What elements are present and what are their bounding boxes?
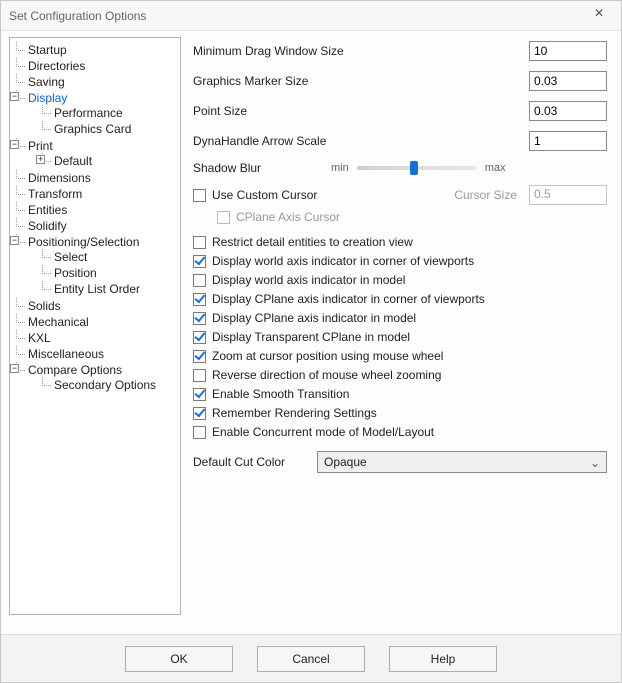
chevron-down-icon: ⌄ — [590, 456, 600, 470]
cplane-axis-viewports-checkbox[interactable] — [193, 293, 206, 306]
cplane-axis-model-label: Display CPlane axis indicator in model — [212, 311, 416, 325]
tree-graphics-card[interactable]: Graphics Card — [54, 122, 131, 136]
tree-saving[interactable]: Saving — [28, 75, 65, 89]
cursor-size-label: Cursor Size — [454, 188, 517, 202]
tree-pos-sel[interactable]: Positioning/Selection — [28, 235, 139, 249]
reverse-zoom-label: Reverse direction of mouse wheel zooming — [212, 368, 441, 382]
ok-button[interactable]: OK — [125, 646, 233, 672]
concurrent-mode-checkbox[interactable] — [193, 426, 206, 439]
dialog-body: Startup Directories Saving − Display Per… — [1, 31, 621, 634]
tree-transform[interactable]: Transform — [28, 187, 82, 201]
dyna-scale-input[interactable] — [529, 131, 607, 151]
cplane-axis-cursor-label: CPlane Axis Cursor — [236, 210, 340, 224]
remember-render-label: Remember Rendering Settings — [212, 406, 377, 420]
tree-default[interactable]: Default — [54, 154, 92, 168]
tree-performance[interactable]: Performance — [54, 106, 123, 120]
marker-size-label: Graphics Marker Size — [193, 74, 413, 88]
shadow-blur-slider[interactable] — [357, 166, 477, 170]
tree-position[interactable]: Position — [54, 266, 97, 280]
dyna-scale-label: DynaHandle Arrow Scale — [193, 134, 413, 148]
point-size-label: Point Size — [193, 104, 413, 118]
min-drag-label: Minimum Drag Window Size — [193, 44, 413, 58]
tree-solids[interactable]: Solids — [28, 299, 61, 313]
collapse-icon[interactable]: − — [10, 364, 19, 373]
collapse-icon[interactable]: − — [10, 140, 19, 149]
use-custom-cursor-checkbox[interactable] — [193, 189, 206, 202]
tree-startup[interactable]: Startup — [28, 43, 67, 57]
tree-entity-list-order[interactable]: Entity List Order — [54, 282, 140, 296]
default-cut-color-dropdown[interactable]: Opaque ⌄ — [317, 451, 607, 473]
remember-render-checkbox[interactable] — [193, 407, 206, 420]
marker-size-input[interactable] — [529, 71, 607, 91]
cplane-axis-model-checkbox[interactable] — [193, 312, 206, 325]
concurrent-mode-label: Enable Concurrent mode of Model/Layout — [212, 425, 434, 439]
reverse-zoom-checkbox[interactable] — [193, 369, 206, 382]
tree-compare-options[interactable]: Compare Options — [28, 363, 122, 377]
cancel-button[interactable]: Cancel — [257, 646, 365, 672]
shadow-blur-label: Shadow Blur — [193, 161, 311, 175]
use-custom-cursor-label: Use Custom Cursor — [212, 188, 317, 202]
tree-secondary-options[interactable]: Secondary Options — [54, 378, 156, 392]
world-axis-viewports-label: Display world axis indicator in corner o… — [212, 254, 474, 268]
shadow-min-label: min — [331, 162, 349, 174]
min-drag-input[interactable] — [529, 41, 607, 61]
cursor-size-input: 0.5 — [529, 185, 607, 205]
tree-miscellaneous[interactable]: Miscellaneous — [28, 347, 104, 361]
point-size-input[interactable] — [529, 101, 607, 121]
smooth-transition-label: Enable Smooth Transition — [212, 387, 349, 401]
world-axis-model-checkbox[interactable] — [193, 274, 206, 287]
tree-select[interactable]: Select — [54, 250, 87, 264]
world-axis-viewports-checkbox[interactable] — [193, 255, 206, 268]
transparent-cplane-checkbox[interactable] — [193, 331, 206, 344]
settings-form: Minimum Drag Window Size Graphics Marker… — [191, 37, 613, 634]
restrict-detail-label: Restrict detail entities to creation vie… — [212, 235, 413, 249]
shadow-max-label: max — [485, 162, 506, 174]
slider-thumb-icon[interactable] — [410, 161, 418, 175]
tree-dimensions[interactable]: Dimensions — [28, 171, 91, 185]
config-dialog: Set Configuration Options ✕ Startup Dire… — [0, 0, 622, 683]
collapse-icon[interactable]: − — [10, 236, 19, 245]
collapse-icon[interactable]: − — [10, 92, 19, 101]
tree-mechanical[interactable]: Mechanical — [28, 315, 89, 329]
titlebar: Set Configuration Options ✕ — [1, 1, 621, 31]
cplane-axis-cursor-checkbox — [217, 211, 230, 224]
tree-solidify[interactable]: Solidify — [28, 219, 67, 233]
cplane-axis-viewports-label: Display CPlane axis indicator in corner … — [212, 292, 485, 306]
category-tree[interactable]: Startup Directories Saving − Display Per… — [9, 37, 181, 615]
close-icon[interactable]: ✕ — [585, 6, 613, 26]
tree-display[interactable]: Display — [28, 91, 67, 105]
default-cut-color-label: Default Cut Color — [193, 455, 309, 469]
tree-directories[interactable]: Directories — [28, 59, 85, 73]
zoom-cursor-label: Zoom at cursor position using mouse whee… — [212, 349, 443, 363]
tree-print[interactable]: Print — [28, 139, 53, 153]
world-axis-model-label: Display world axis indicator in model — [212, 273, 405, 287]
help-button[interactable]: Help — [389, 646, 497, 672]
transparent-cplane-label: Display Transparent CPlane in model — [212, 330, 410, 344]
zoom-cursor-checkbox[interactable] — [193, 350, 206, 363]
window-title: Set Configuration Options — [9, 9, 585, 23]
dialog-footer: OK Cancel Help — [1, 634, 621, 682]
tree-entities[interactable]: Entities — [28, 203, 67, 217]
tree-kxl[interactable]: KXL — [28, 331, 51, 345]
smooth-transition-checkbox[interactable] — [193, 388, 206, 401]
restrict-detail-checkbox[interactable] — [193, 236, 206, 249]
default-cut-color-value: Opaque — [324, 455, 367, 469]
expand-icon[interactable]: + — [36, 155, 45, 164]
